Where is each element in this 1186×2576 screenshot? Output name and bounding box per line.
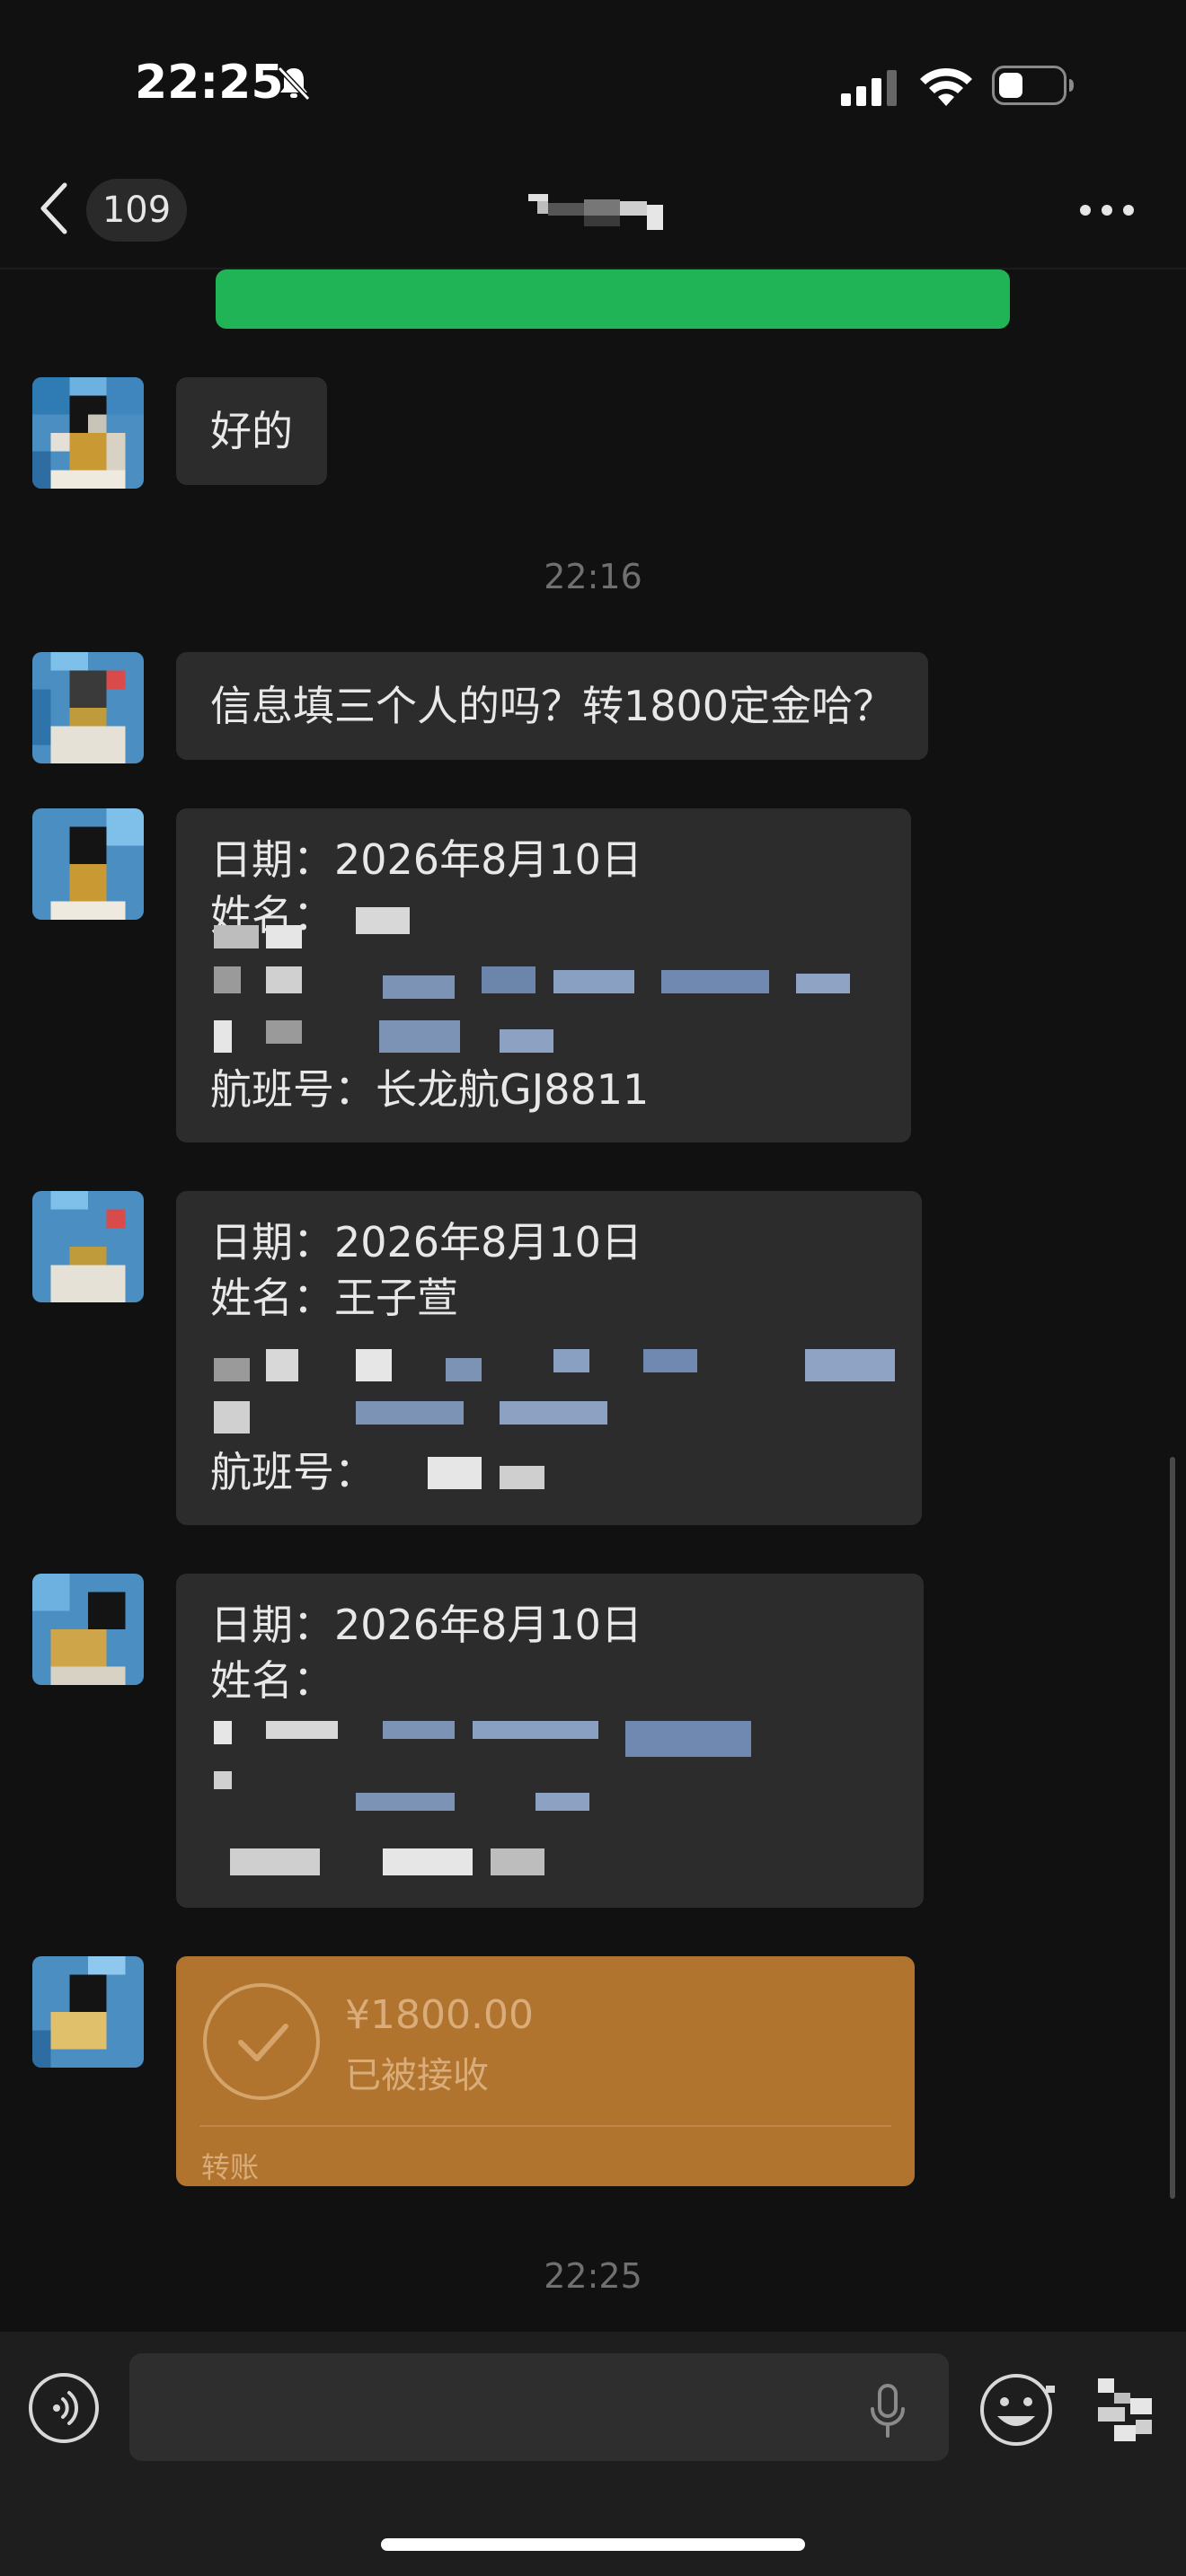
checkmark-circle-icon (203, 1983, 320, 2100)
incoming-message-bubble[interactable]: 信息填三个人的吗？转1800定金哈？ (176, 652, 929, 760)
contact-avatar[interactable] (32, 1191, 144, 1302)
signal-icon (841, 70, 897, 106)
chat-scrollbar[interactable] (1170, 1457, 1175, 2199)
card-line-flight: 航班号： (210, 1448, 376, 1496)
card-line-flight: 航班号：长龙航GJ8811 (210, 1065, 650, 1114)
status-time: 22:25 (135, 56, 284, 110)
contact-avatar[interactable] (32, 1956, 144, 2068)
back-chevron-icon[interactable] (36, 180, 72, 237)
info-card[interactable]: 日期：2026年8月10日 姓名：王子萱 航班号： (176, 1191, 922, 1525)
card-line-name: 姓名：王子萱 (210, 1274, 458, 1322)
transfer-amount: ¥1800.00 (345, 1992, 534, 2038)
message-timestamp: 22:16 (544, 557, 642, 596)
transfer-label: 转账 (201, 2150, 260, 2184)
transfer-divider (199, 2125, 891, 2127)
card-line-date: 日期：2026年8月10日 (210, 835, 642, 884)
message-text: 好的 (210, 407, 293, 455)
message-input[interactable] (129, 2353, 949, 2461)
emoji-icon[interactable] (978, 2369, 1058, 2450)
mic-icon[interactable] (866, 2382, 909, 2439)
chat-title-pixelated (528, 194, 663, 230)
plus-icon[interactable] (1087, 2371, 1163, 2452)
contact-avatar[interactable] (32, 652, 144, 763)
contact-avatar[interactable] (32, 1574, 144, 1685)
battery-icon (992, 66, 1074, 105)
transfer-status: 已被接收 (345, 2055, 489, 2096)
transfer-card[interactable]: ¥1800.00 已被接收 转账 (176, 1956, 915, 2186)
voice-icon[interactable] (27, 2371, 101, 2445)
outgoing-bubble-partial[interactable] (216, 269, 1010, 329)
contact-avatar[interactable] (32, 808, 144, 920)
unread-count-badge[interactable]: 109 (86, 179, 187, 242)
card-line-date: 日期：2026年8月10日 (210, 1601, 642, 1649)
more-icon[interactable] (1078, 199, 1136, 221)
wifi-icon (920, 67, 972, 106)
message-timestamp: 22:25 (544, 2256, 642, 2296)
info-card[interactable]: 日期：2026年8月10日 姓名： (176, 1574, 924, 1908)
message-text: 信息填三个人的吗？转1800定金哈？ (210, 682, 895, 730)
bell-muted-icon (277, 66, 311, 101)
info-card[interactable]: 日期：2026年8月10日 姓名： 航班号：长龙航GJ8811 (176, 808, 911, 1142)
card-line-date: 日期：2026年8月10日 (210, 1218, 642, 1266)
incoming-message-bubble[interactable]: 好的 (176, 377, 327, 485)
contact-avatar[interactable] (32, 377, 144, 489)
home-indicator[interactable] (381, 2538, 805, 2551)
card-line-name: 姓名： (210, 1656, 334, 1705)
